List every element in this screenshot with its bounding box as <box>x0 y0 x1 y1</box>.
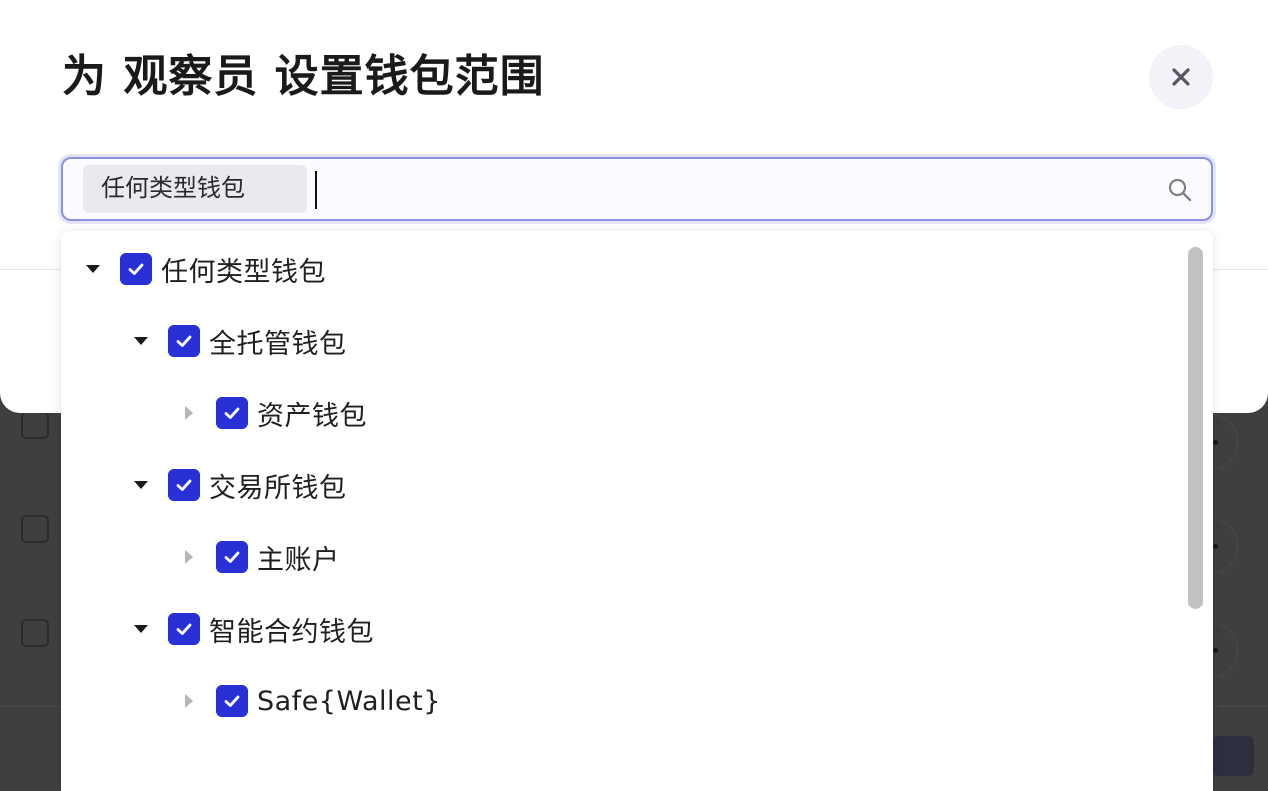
collapse-toggle[interactable] <box>129 473 153 497</box>
checkmark-icon <box>176 623 192 635</box>
tree-row-label: 主账户 <box>257 544 340 576</box>
expand-toggle[interactable] <box>177 545 201 569</box>
checkbox-checked[interactable] <box>216 397 248 429</box>
checkbox-checked[interactable] <box>168 613 200 645</box>
checkmark-icon <box>176 479 192 491</box>
tree-row-main-account[interactable]: 主账户 <box>177 537 340 577</box>
checkmark-icon <box>224 551 240 563</box>
background-row-checkbox <box>21 619 49 647</box>
tree-row-label: 资产钱包 <box>257 400 367 432</box>
close-icon <box>1172 68 1190 86</box>
tree-row-label: Safe{Wallet} <box>257 685 441 717</box>
background-row-checkbox <box>21 411 49 439</box>
checkmark-icon <box>224 407 240 419</box>
wallet-scope-select[interactable]: 任何类型钱包 <box>61 157 1213 221</box>
tree-row-label: 任何类型钱包 <box>161 256 326 288</box>
collapse-toggle[interactable] <box>129 329 153 353</box>
close-button[interactable] <box>1149 45 1213 109</box>
scrollbar-thumb[interactable] <box>1188 247 1203 609</box>
tree-row-custodial-wallet[interactable]: 全托管钱包 <box>129 321 347 361</box>
selected-chip[interactable]: 任何类型钱包 <box>83 165 307 213</box>
wallet-tree-dropdown: 任何类型钱包 全托管钱包 资产钱包 交易所钱包 主账户 智能合约钱包 Safe{… <box>61 231 1213 791</box>
tree-row-label: 交易所钱包 <box>209 472 347 504</box>
tree-row-any-wallet[interactable]: 任何类型钱包 <box>81 249 326 289</box>
background-row-checkbox <box>21 515 49 543</box>
checkbox-checked[interactable] <box>168 325 200 357</box>
tree-row-asset-wallet[interactable]: 资产钱包 <box>177 393 367 433</box>
checkmark-icon <box>224 695 240 707</box>
checkbox-checked[interactable] <box>216 685 248 717</box>
checkmark-icon <box>128 263 144 275</box>
checkmark-icon <box>176 335 192 347</box>
text-cursor <box>315 171 317 209</box>
tree-row-safe-wallet[interactable]: Safe{Wallet} <box>177 681 441 721</box>
background-button <box>1212 736 1254 776</box>
tree-row-smart-contract-wallet[interactable]: 智能合约钱包 <box>129 609 374 649</box>
expand-toggle[interactable] <box>177 689 201 713</box>
tree-row-label: 全托管钱包 <box>209 328 347 360</box>
checkbox-checked[interactable] <box>216 541 248 573</box>
tree-row-exchange-wallet[interactable]: 交易所钱包 <box>129 465 347 505</box>
modal-title: 为 观察员 设置钱包范围 <box>62 51 545 102</box>
checkbox-checked[interactable] <box>168 469 200 501</box>
tree-row-label: 智能合约钱包 <box>209 616 374 648</box>
background-more-dot <box>1213 544 1218 549</box>
collapse-toggle[interactable] <box>129 617 153 641</box>
checkbox-checked[interactable] <box>120 253 152 285</box>
background-more-dot <box>1213 648 1218 653</box>
expand-toggle[interactable] <box>177 401 201 425</box>
collapse-toggle[interactable] <box>81 257 105 281</box>
search-icon[interactable] <box>1167 177 1193 203</box>
background-more-dot <box>1213 440 1218 445</box>
